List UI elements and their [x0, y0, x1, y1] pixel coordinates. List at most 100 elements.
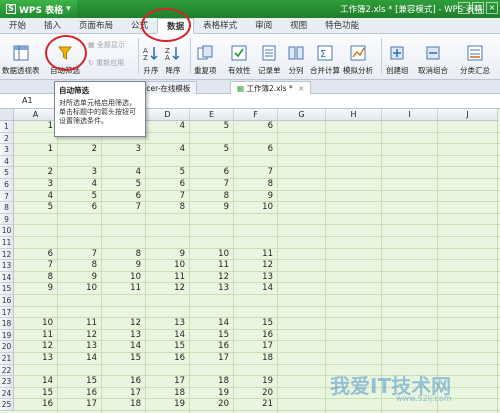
cell[interactable]: 10 — [234, 202, 278, 214]
cell[interactable]: 5 — [190, 121, 234, 133]
cell[interactable]: 4 — [146, 144, 190, 156]
cell[interactable]: 17 — [102, 388, 146, 400]
row-header[interactable]: 6 — [0, 179, 14, 191]
cell[interactable]: 14 — [146, 330, 190, 342]
record-form-button[interactable]: 记录单 — [258, 36, 281, 76]
cell[interactable]: 14 — [190, 318, 234, 330]
cell[interactable]: 10 — [14, 318, 58, 330]
row-header[interactable]: 19 — [0, 329, 14, 342]
cell[interactable]: 12 — [190, 272, 234, 284]
cell[interactable]: 11 — [58, 318, 102, 330]
cell[interactable]: 19 — [234, 376, 278, 388]
create-group-button[interactable]: 创建组 — [386, 36, 409, 76]
cell[interactable]: 10 — [190, 249, 234, 261]
cell[interactable]: 8 — [102, 249, 146, 261]
name-box[interactable]: A1 — [22, 96, 33, 105]
cell[interactable]: 6 — [234, 121, 278, 133]
cell[interactable]: 15 — [234, 318, 278, 330]
subtotal-button[interactable]: 分类汇总 — [460, 36, 490, 76]
cell[interactable]: 12 — [58, 330, 102, 342]
row-header[interactable]: 13 — [0, 260, 14, 272]
select-all-corner[interactable] — [0, 109, 14, 121]
tab-1[interactable]: 插入 — [35, 18, 70, 34]
cell[interactable]: 18 — [146, 388, 190, 400]
cell[interactable]: 2 — [14, 167, 58, 179]
cell[interactable]: 9 — [146, 249, 190, 261]
cell[interactable]: 16 — [14, 399, 58, 411]
row-header[interactable]: 5 — [0, 167, 14, 179]
cell[interactable]: 13 — [234, 272, 278, 284]
cell[interactable]: 4 — [146, 121, 190, 133]
validity-button[interactable]: 有效性 — [228, 36, 251, 76]
spreadsheet-grid[interactable]: ABCDEFGHIJ112345623123456452345676345678… — [0, 109, 500, 413]
column-header[interactable]: H — [326, 109, 382, 121]
duplicates-button[interactable]: 重复项 — [194, 36, 217, 76]
tab-2[interactable]: 页面布局 — [70, 18, 122, 34]
cell[interactable]: 4 — [102, 167, 146, 179]
cell[interactable]: 4 — [58, 179, 102, 191]
row-header[interactable]: 16 — [0, 295, 14, 307]
cell[interactable]: 14 — [234, 283, 278, 295]
cell[interactable]: 3 — [14, 179, 58, 191]
cell[interactable]: 7 — [146, 191, 190, 203]
row-header[interactable]: 15 — [0, 283, 14, 295]
close-tab-icon[interactable]: × — [298, 84, 304, 93]
tab-0[interactable]: 开始 — [0, 18, 35, 34]
close-icon[interactable]: × — [486, 2, 498, 14]
row-header[interactable]: 23 — [0, 376, 14, 388]
tab-4[interactable]: 数据 — [157, 18, 195, 34]
cell[interactable]: 16 — [58, 388, 102, 400]
maximize-icon[interactable]: □ — [472, 2, 484, 14]
cell[interactable]: 15 — [102, 353, 146, 365]
tab-6[interactable]: 审阅 — [246, 18, 281, 34]
cell[interactable]: 7 — [234, 167, 278, 179]
column-header[interactable]: F — [234, 109, 278, 121]
row-header[interactable]: 12 — [0, 248, 14, 261]
row-header[interactable]: 4 — [0, 155, 14, 168]
row-header[interactable]: 2 — [0, 132, 14, 145]
cell[interactable]: 20 — [234, 388, 278, 400]
column-header[interactable]: G — [278, 109, 326, 121]
row-header[interactable]: 3 — [0, 144, 14, 156]
cell[interactable]: 18 — [234, 353, 278, 365]
cell[interactable]: 6 — [58, 202, 102, 214]
tab-8[interactable]: 特色功能 — [316, 18, 368, 34]
cell[interactable]: 14 — [58, 353, 102, 365]
row-header[interactable]: 25 — [0, 399, 14, 411]
cell[interactable]: 9 — [190, 202, 234, 214]
cell[interactable]: 15 — [190, 330, 234, 342]
show-all-button[interactable]: ▦ 全部显示 — [88, 40, 125, 50]
row-header[interactable]: 17 — [0, 306, 14, 319]
pivot-table-button[interactable]: 数据透视表 — [2, 36, 40, 76]
cell[interactable]: 9 — [102, 260, 146, 272]
cell[interactable]: 15 — [146, 341, 190, 353]
cell[interactable]: 11 — [102, 283, 146, 295]
row-header[interactable]: 24 — [0, 387, 14, 400]
cell[interactable]: 9 — [234, 191, 278, 203]
cell[interactable]: 8 — [14, 272, 58, 284]
cell[interactable]: 6 — [102, 191, 146, 203]
cell[interactable]: 4 — [14, 191, 58, 203]
cell[interactable]: 11 — [14, 330, 58, 342]
cell[interactable]: 21 — [234, 399, 278, 411]
row-header[interactable]: 10 — [0, 225, 14, 237]
row-header[interactable]: 18 — [0, 318, 14, 330]
cell[interactable]: 5 — [190, 144, 234, 156]
cell[interactable]: 8 — [146, 202, 190, 214]
column-header[interactable]: I — [382, 109, 438, 121]
cell[interactable]: 11 — [190, 260, 234, 272]
tab-7[interactable]: 视图 — [281, 18, 316, 34]
row-header[interactable]: 1 — [0, 121, 14, 133]
cell[interactable]: 17 — [190, 353, 234, 365]
cell[interactable]: 6 — [190, 167, 234, 179]
app-menu-button[interactable]: S WPS 表格 ▾ — [0, 0, 77, 18]
cell[interactable]: 8 — [234, 179, 278, 191]
sort-descending-button[interactable]: Z A 降序 — [165, 36, 181, 76]
cell[interactable]: 17 — [58, 399, 102, 411]
cell[interactable]: 7 — [58, 249, 102, 261]
cell[interactable]: 16 — [146, 353, 190, 365]
row-header[interactable]: 8 — [0, 202, 14, 214]
row-header[interactable]: 21 — [0, 353, 14, 365]
cell[interactable]: 19 — [146, 399, 190, 411]
cell[interactable]: 16 — [234, 330, 278, 342]
